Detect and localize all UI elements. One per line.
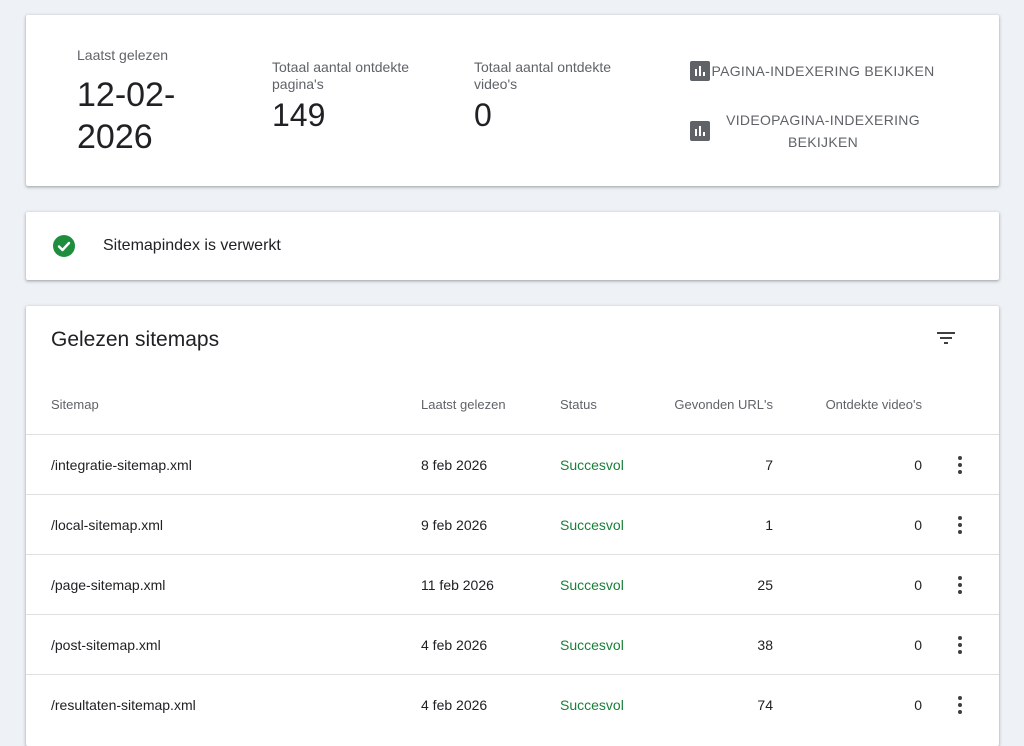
table-header: Sitemap Laatst gelezen Status Gevonden U…	[26, 392, 999, 434]
check-circle-icon	[53, 235, 75, 257]
video-indexing-button[interactable]: VIDEOPAGINA-INDEXERING BEKIJKEN	[686, 109, 936, 153]
col-sitemap[interactable]: Sitemap	[51, 392, 391, 439]
col-last-read[interactable]: Laatst gelezen	[421, 392, 541, 439]
summary-card: Laatst gelezen 12-02-2026 Totaal aantal …	[26, 15, 999, 186]
last-read-date: 8 feb 2026	[421, 457, 488, 473]
last-read-date: 4 feb 2026	[421, 637, 488, 653]
sitemap-path: /local-sitemap.xml	[51, 517, 164, 533]
video-indexing-label: VIDEOPAGINA-INDEXERING BEKIJKEN	[726, 112, 920, 150]
sitemaps-table-card: Gelezen sitemaps Sitemap Laatst gelezen …	[26, 306, 999, 746]
more-vert-icon[interactable]	[948, 495, 972, 555]
pages-label: Totaal aantal ontdekte pagina's	[272, 59, 409, 92]
urls-count: 38	[757, 637, 773, 653]
videos-count: 0	[914, 457, 922, 473]
pages-value: 149	[272, 97, 326, 133]
status-text: Succesvol	[560, 457, 624, 473]
videos-value: 0	[474, 97, 492, 133]
col-urls[interactable]: Gevonden URL's	[656, 392, 773, 439]
sitemap-path: /integratie-sitemap.xml	[51, 457, 192, 473]
videos-count: 0	[914, 517, 922, 533]
status-text: Succesvol	[560, 637, 624, 653]
more-vert-icon[interactable]	[948, 675, 972, 735]
filter-icon[interactable]	[934, 326, 958, 350]
bar-chart-icon	[690, 61, 710, 81]
more-vert-icon[interactable]	[948, 435, 972, 495]
last-read-date: 9 feb 2026	[421, 517, 488, 533]
urls-count: 7	[765, 457, 773, 473]
last-read-value: 12-02-2026	[77, 76, 176, 156]
last-read-stat: Laatst gelezen 12-02-2026	[77, 47, 227, 158]
more-vert-icon[interactable]	[948, 615, 972, 675]
table-row[interactable]: /resultaten-sitemap.xml 4 feb 2026 Succe…	[26, 674, 999, 735]
sitemap-path: /resultaten-sitemap.xml	[51, 697, 196, 713]
status-text: Succesvol	[560, 517, 624, 533]
table-row[interactable]: /page-sitemap.xml 11 feb 2026 Succesvol …	[26, 554, 999, 615]
status-card: Sitemapindex is verwerkt	[26, 212, 999, 280]
videos-label: Totaal aantal ontdekte video's	[474, 59, 611, 92]
last-read-date: 4 feb 2026	[421, 697, 488, 713]
table-row[interactable]: /post-sitemap.xml 4 feb 2026 Succesvol 3…	[26, 614, 999, 675]
urls-count: 1	[765, 517, 773, 533]
urls-count: 74	[757, 697, 773, 713]
urls-count: 25	[757, 577, 773, 593]
videos-count: 0	[914, 697, 922, 713]
table-row[interactable]: /integratie-sitemap.xml 8 feb 2026 Succe…	[26, 434, 999, 495]
status-text: Succesvol	[560, 577, 624, 593]
bar-chart-icon	[690, 121, 710, 141]
pages-stat: Totaal aantal ontdekte pagina's 149	[272, 59, 432, 135]
status-message: Sitemapindex is verwerkt	[103, 237, 281, 254]
last-read-date: 11 feb 2026	[421, 577, 494, 593]
videos-count: 0	[914, 577, 922, 593]
table-row[interactable]: /local-sitemap.xml 9 feb 2026 Succesvol …	[26, 494, 999, 555]
col-videos[interactable]: Ontdekte video's	[806, 392, 922, 439]
page-indexing-label: PAGINA-INDEXERING BEKIJKEN	[711, 63, 935, 79]
col-status[interactable]: Status	[560, 392, 660, 439]
page-indexing-button[interactable]: PAGINA-INDEXERING BEKIJKEN	[686, 49, 936, 93]
table-title: Gelezen sitemaps	[51, 328, 220, 351]
last-read-label: Laatst gelezen	[77, 47, 169, 63]
videos-count: 0	[914, 637, 922, 653]
sitemap-path: /post-sitemap.xml	[51, 637, 161, 653]
status-text: Succesvol	[560, 697, 624, 713]
videos-stat: Totaal aantal ontdekte video's 0	[474, 59, 634, 135]
sitemap-path: /page-sitemap.xml	[51, 577, 166, 593]
more-vert-icon[interactable]	[948, 555, 972, 615]
